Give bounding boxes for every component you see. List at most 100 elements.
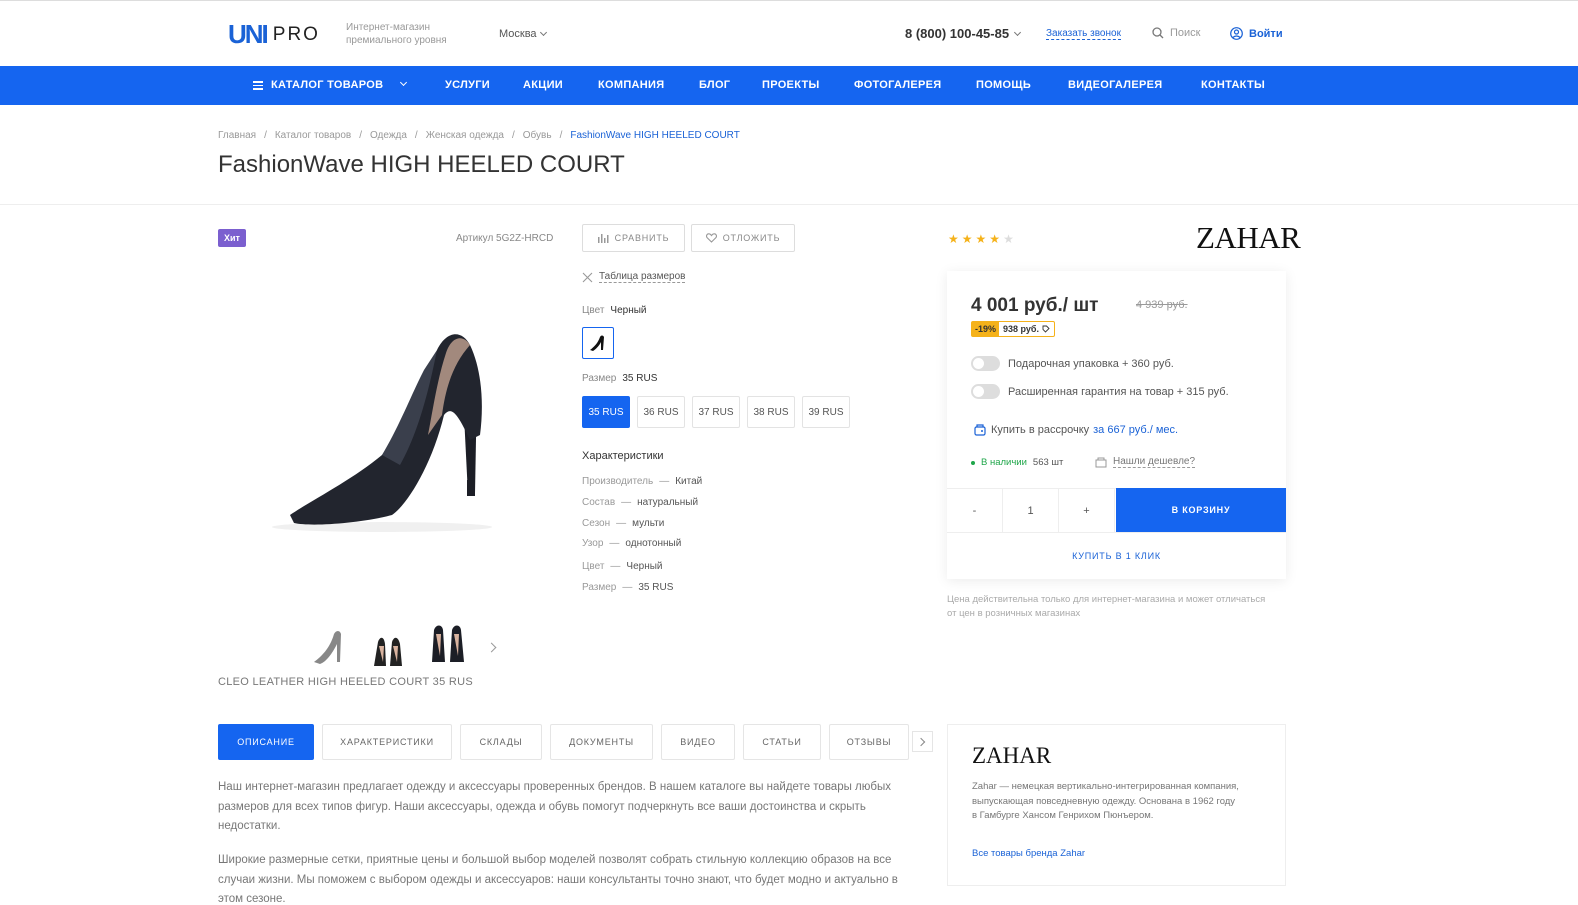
size-table-label: Таблица размеров: [599, 271, 686, 283]
tab-articles[interactable]: СТАТЬИ: [743, 724, 821, 760]
quantity-stepper: - 1 +: [947, 488, 1116, 532]
stock-count: 563 шт: [1032, 457, 1064, 468]
hit-badge: Хит: [218, 229, 246, 247]
tab-video[interactable]: ВИДЕО: [661, 724, 735, 760]
warranty-toggle[interactable]: [971, 384, 1000, 399]
breadcrumb-item[interactable]: Женская одежда: [426, 130, 504, 141]
star-icon[interactable]: ★: [1003, 232, 1014, 246]
tab-reviews[interactable]: ОТЗЫВЫ: [829, 724, 909, 760]
nav-item-help[interactable]: ПОМОЩЬ: [976, 79, 1031, 91]
nav-item-services[interactable]: УСЛУГИ: [445, 79, 490, 91]
tab-warehouses[interactable]: СКЛАДЫ: [460, 724, 542, 760]
nav-item-photogallery[interactable]: ФОТОГАЛЕРЕЯ: [854, 79, 942, 91]
star-icon[interactable]: ★: [976, 232, 987, 246]
qty-increase-button[interactable]: +: [1059, 489, 1115, 532]
nav-item-company[interactable]: КОМПАНИЯ: [598, 79, 664, 91]
nav-catalog[interactable]: КАТАЛОГ ТОВАРОВ: [253, 79, 408, 92]
nav-item-videogallery[interactable]: ВИДЕОГАЛЕРЕЯ: [1068, 79, 1162, 91]
gift-wrap-option[interactable]: Подарочная упаковка + 360 руб.: [971, 356, 1174, 371]
add-to-cart-button[interactable]: В КОРЗИНУ: [1116, 488, 1286, 532]
phone-number[interactable]: 8 (800) 100-45-85: [905, 26, 1022, 41]
stock-label: В наличии: [981, 457, 1027, 468]
size-option-38[interactable]: 38 RUS: [747, 396, 795, 428]
char-key: Сезон: [582, 518, 611, 529]
qty-decrease-button[interactable]: -: [947, 489, 1003, 532]
size-label: Размер 35 RUS: [582, 373, 657, 384]
char-separator: —: [609, 538, 620, 549]
breadcrumb-item[interactable]: Обувь: [523, 130, 552, 141]
char-key: Производитель: [582, 476, 654, 487]
installment-link[interactable]: за 667 руб./ мес.: [1093, 424, 1178, 436]
favorite-label: ОТЛОЖИТЬ: [722, 233, 781, 243]
qty-input[interactable]: 1: [1003, 489, 1059, 532]
color-swatch-black[interactable]: [582, 327, 614, 359]
breadcrumb-item[interactable]: Главная: [218, 130, 256, 141]
gift-wrap-toggle[interactable]: [971, 356, 1000, 371]
nav-item-projects[interactable]: ПРОЕКТЫ: [762, 79, 820, 91]
chevron-down-icon: [539, 28, 547, 37]
breadcrumb-separator: /: [414, 130, 418, 141]
description-paragraph: Наш интернет-магазин предлагает одежду и…: [218, 781, 891, 832]
size-option-37[interactable]: 37 RUS: [692, 396, 740, 428]
char-row: Состав — натуральный: [582, 497, 698, 508]
buy-one-click-button[interactable]: КУПИТЬ В 1 КЛИК: [947, 532, 1286, 579]
buy-box: 4 001 руб./ шт 4 939 руб. -19% 938 руб. …: [947, 271, 1286, 579]
old-price: 4 939 руб.: [1136, 299, 1188, 311]
brand-all-products-link[interactable]: Все товары бренда Zahar: [972, 848, 1085, 859]
thumbnail-image[interactable]: [428, 622, 468, 670]
favorite-button[interactable]: ОТЛОЖИТЬ: [691, 224, 795, 252]
divider: [0, 204, 1578, 205]
site-logo[interactable]: UNI PRO: [228, 19, 320, 50]
char-separator: —: [610, 561, 621, 572]
thumbnail-strip: [308, 622, 468, 670]
star-icon[interactable]: ★: [948, 232, 959, 246]
star-icon[interactable]: ★: [962, 232, 973, 246]
breadcrumb-item[interactable]: Одежда: [370, 130, 407, 141]
chevron-right-icon[interactable]: [486, 642, 497, 653]
nav-item-blog[interactable]: БЛОГ: [699, 79, 730, 91]
size-option-35[interactable]: 35 RUS: [582, 396, 630, 428]
chevron-right-icon: [916, 737, 926, 746]
star-icon[interactable]: ★: [989, 232, 1000, 246]
char-row: Размер — 35 RUS: [582, 582, 673, 593]
callback-link[interactable]: Заказать звонок: [1046, 28, 1121, 40]
thumbnail-image[interactable]: [368, 622, 408, 670]
top-header: UNI PRO Интернет-магазин премиального ур…: [0, 0, 1578, 66]
breadcrumb-separator: /: [511, 130, 515, 141]
tab-documents[interactable]: ДОКУМЕНТЫ: [550, 724, 653, 760]
brand-card-logo[interactable]: ZAHAR: [972, 743, 1051, 769]
login-button[interactable]: Войти: [1230, 27, 1283, 40]
char-value: Китай: [675, 476, 703, 487]
breadcrumb-item[interactable]: Каталог товаров: [275, 130, 351, 141]
discount-amount-wrap: 938 руб.: [999, 322, 1054, 336]
city-selector[interactable]: Москва: [499, 28, 547, 40]
size-option-39[interactable]: 39 RUS: [802, 396, 850, 428]
size-table-link[interactable]: Таблица размеров: [582, 271, 686, 283]
char-row: Производитель — Китай: [582, 476, 702, 487]
nav-item-contacts[interactable]: КОНТАКТЫ: [1201, 79, 1265, 91]
found-cheaper-link[interactable]: Нашли дешевле?: [1095, 456, 1196, 468]
product-price: 4 001 руб./ шт: [971, 295, 1099, 316]
thumbnail-image[interactable]: [308, 622, 348, 670]
color-value: Черный: [610, 305, 647, 316]
char-row: Узор — однотонный: [582, 538, 681, 549]
rating-stars[interactable]: ★ ★ ★ ★ ★: [948, 232, 1014, 246]
brand-logo[interactable]: ZAHAR: [1196, 220, 1301, 256]
discount-percent: -19%: [972, 322, 1000, 336]
image-caption: CLEO LEATHER HIGH HEELED COURT 35 RUS: [218, 676, 473, 688]
nav-item-promos[interactable]: АКЦИИ: [523, 79, 563, 91]
compare-button[interactable]: СРАВНИТЬ: [582, 224, 685, 252]
tabs-next-button[interactable]: [912, 731, 933, 752]
search-button[interactable]: Поиск: [1152, 27, 1200, 39]
tab-description[interactable]: ОПИСАНИЕ: [218, 724, 314, 760]
page-title: FashionWave HIGH HEELED COURT: [218, 151, 625, 178]
char-key: Цвет: [582, 561, 605, 572]
size-option-36[interactable]: 36 RUS: [637, 396, 685, 428]
char-row: Цвет — Черный: [582, 561, 663, 572]
warranty-option[interactable]: Расширенная гарантия на товар + 315 руб.: [971, 384, 1229, 399]
char-key: Узор: [582, 538, 604, 549]
tab-characteristics[interactable]: ХАРАКТЕРИСТИКИ: [322, 724, 452, 760]
chevron-down-icon: [400, 79, 408, 87]
characteristics-title: Характеристики: [582, 450, 664, 462]
product-image[interactable]: [232, 275, 552, 605]
